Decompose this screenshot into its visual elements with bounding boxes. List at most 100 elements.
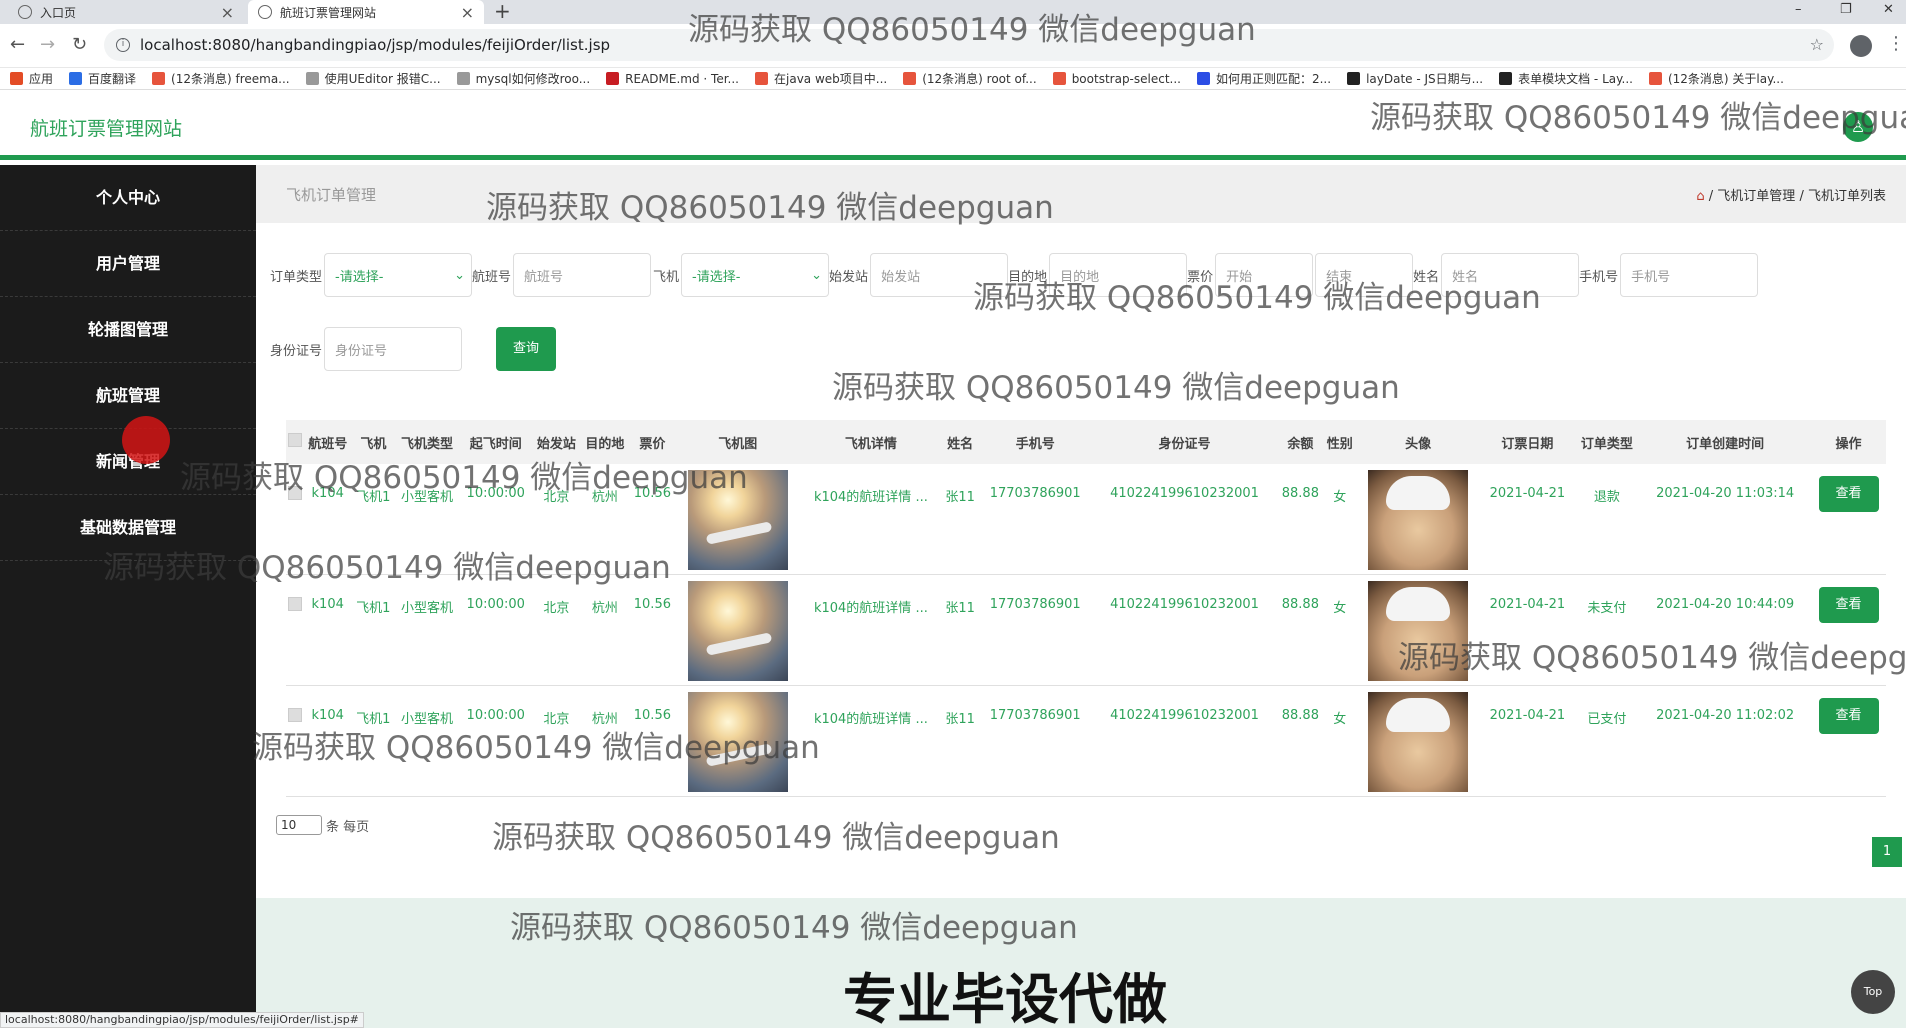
sidebar-item[interactable]: 用户管理 xyxy=(0,231,256,297)
sidebar-item[interactable]: 轮播图管理 xyxy=(0,297,256,363)
column-header: 起飞时间 xyxy=(459,420,533,464)
breadcrumb-item[interactable]: 飞机订单管理 xyxy=(1717,189,1795,204)
view-button[interactable]: 查看 xyxy=(1818,476,1879,512)
bookmark-item[interactable]: 如何用正则匹配：2... xyxy=(1196,70,1331,87)
column-header: 飞机详情 xyxy=(800,420,942,464)
cell-plane: 飞机1 xyxy=(351,574,395,686)
bookmark-item[interactable]: mysql如何修改roo... xyxy=(456,70,590,87)
plane-image-cell xyxy=(675,685,801,797)
close-icon[interactable]: × xyxy=(461,3,474,22)
cell-flight-no: k104 xyxy=(303,685,352,797)
bookmark-icon xyxy=(1499,72,1513,85)
row-checkbox[interactable] xyxy=(287,708,302,722)
filter-label: 飞机 xyxy=(653,269,680,285)
menu-kebab-icon[interactable]: ⋮ xyxy=(1887,33,1905,54)
browser-tab-strip: 入口页 × 航班订票管理网站 × + – ❐ ✕ xyxy=(0,0,1906,24)
bookmark-item[interactable]: (12条消息) freema... xyxy=(152,70,290,87)
cell-book-date: 2021-04-21 xyxy=(1480,574,1575,686)
user-avatar-icon[interactable]: ♙ xyxy=(1843,112,1873,142)
filter-row-2: 身份证号 身份证号 查询 xyxy=(270,327,557,371)
reload-icon[interactable]: ↻ xyxy=(72,34,87,55)
browser-tab-active[interactable]: 航班订票管理网站 × xyxy=(248,0,484,24)
cell-id-card: 410224199610232001 xyxy=(1091,574,1278,686)
bookmark-label: 使用UEditor 报错C... xyxy=(324,72,441,86)
bookmark-item[interactable]: (12条消息) 关于lay... xyxy=(1648,70,1784,87)
minimize-button[interactable]: – xyxy=(1795,0,1802,24)
page-button-current[interactable]: 1 xyxy=(1872,837,1902,867)
bookmark-item[interactable]: README.md · Ter... xyxy=(606,72,739,86)
cell-balance: 88.88 xyxy=(1277,685,1324,797)
plane-photo xyxy=(687,692,788,792)
bookmark-item[interactable]: 使用UEditor 报错C... xyxy=(305,70,441,87)
page-size-select[interactable]: 10 xyxy=(276,815,322,835)
id-card-input[interactable]: 身份证号 xyxy=(324,327,463,371)
cell-gender: 女 xyxy=(1323,685,1356,797)
bookmark-label: 百度翻译 xyxy=(88,72,137,86)
search-button[interactable]: 查询 xyxy=(496,327,557,371)
cell-gender: 女 xyxy=(1323,574,1356,686)
browser-tab-home[interactable]: 入口页 × xyxy=(8,0,244,24)
sidebar-item[interactable]: 个人中心 xyxy=(0,165,256,231)
price-end-input[interactable]: 结束 xyxy=(1315,253,1414,297)
click-indicator xyxy=(122,416,170,464)
row-checkbox[interactable] xyxy=(287,486,302,500)
breadcrumb: ⌂ / 飞机订单管理 / 飞机订单列表 xyxy=(1696,185,1886,204)
cell-order-type: 已支付 xyxy=(1574,685,1640,797)
new-tab-button[interactable]: + xyxy=(494,0,511,24)
back-to-top-button[interactable]: Top xyxy=(1851,970,1895,1014)
back-icon[interactable]: ← xyxy=(10,34,25,55)
bookmark-icon xyxy=(755,72,768,85)
column-header: 订单创建时间 xyxy=(1639,420,1812,464)
bookmark-item[interactable]: 百度翻译 xyxy=(69,70,136,87)
bookmark-label: 在java web项目中... xyxy=(774,72,888,86)
column-header: 航班号 xyxy=(303,420,352,464)
breadcrumb-sep: / xyxy=(1708,189,1714,204)
sidebar-item[interactable]: 航班管理 xyxy=(0,363,256,429)
bookmark-item[interactable]: 应用 xyxy=(10,70,53,87)
cell-gender: 女 xyxy=(1323,464,1356,575)
bookmark-icon xyxy=(456,72,470,85)
plane-photo xyxy=(687,470,788,570)
bookmark-label: 表单模块文档 - Lay... xyxy=(1518,72,1633,86)
star-icon[interactable]: ☆ xyxy=(1810,35,1824,54)
view-button[interactable]: 查看 xyxy=(1818,698,1879,734)
page-size-control: 10 条 每页 xyxy=(276,815,369,835)
bookmark-label: (12条消息) root of... xyxy=(922,72,1037,86)
bookmark-item[interactable]: 在java web项目中... xyxy=(755,70,887,87)
destination-input[interactable]: 目的地 xyxy=(1049,253,1188,297)
close-icon[interactable]: × xyxy=(221,3,234,22)
plane-select[interactable]: -请选择- ⌄ xyxy=(681,253,830,297)
maximize-button[interactable]: ❐ xyxy=(1840,0,1852,24)
window-close-button[interactable]: ✕ xyxy=(1883,0,1894,24)
cell-created: 2021-04-20 11:02:02 xyxy=(1639,685,1812,797)
order-type-select[interactable]: -请选择- ⌄ xyxy=(324,253,473,297)
cell-origin: 北京 xyxy=(532,574,581,686)
select-all-checkbox[interactable] xyxy=(287,433,302,447)
site-brand[interactable]: 航班订票管理网站 xyxy=(30,114,182,141)
bookmark-item[interactable]: bootstrap-select... xyxy=(1052,72,1181,86)
column-header: 飞机类型 xyxy=(394,420,460,464)
column-header: 身份证号 xyxy=(1091,420,1278,464)
cell-flight-no: k104 xyxy=(303,464,352,575)
bookmark-item[interactable]: (12条消息) root of... xyxy=(903,70,1037,87)
app-header: 航班订票管理网站 ♙ xyxy=(0,90,1906,160)
view-button[interactable]: 查看 xyxy=(1818,587,1879,623)
phone-input[interactable]: 手机号 xyxy=(1620,253,1759,297)
filter-label: 姓名 xyxy=(1413,269,1440,285)
table-row: k104 飞机1 小型客机 10:00:00 北京 杭州 10.56 k104的航班详情 ..… xyxy=(286,574,1886,686)
sidebar-item[interactable]: 基础数据管理 xyxy=(0,495,256,561)
info-icon[interactable]: i xyxy=(116,38,130,52)
origin-input[interactable]: 始发站 xyxy=(870,253,1009,297)
bookmark-item[interactable]: 表单模块文档 - Lay... xyxy=(1499,70,1633,87)
page-title: 飞机订单管理 xyxy=(286,186,377,204)
profile-icon[interactable] xyxy=(1850,35,1872,57)
name-input[interactable]: 姓名 xyxy=(1441,253,1580,297)
price-start-input[interactable]: 开始 xyxy=(1215,253,1314,297)
forward-icon[interactable]: → xyxy=(40,34,55,55)
globe-icon xyxy=(258,5,272,19)
row-checkbox[interactable] xyxy=(287,597,302,611)
home-icon[interactable]: ⌂ xyxy=(1696,189,1704,204)
bookmark-item[interactable]: layDate - JS日期与... xyxy=(1347,70,1483,87)
flight-no-input[interactable]: 航班号 xyxy=(513,253,652,297)
url-field[interactable]: i localhost:8080/hangbandingpiao/jsp/mod… xyxy=(104,29,1834,61)
